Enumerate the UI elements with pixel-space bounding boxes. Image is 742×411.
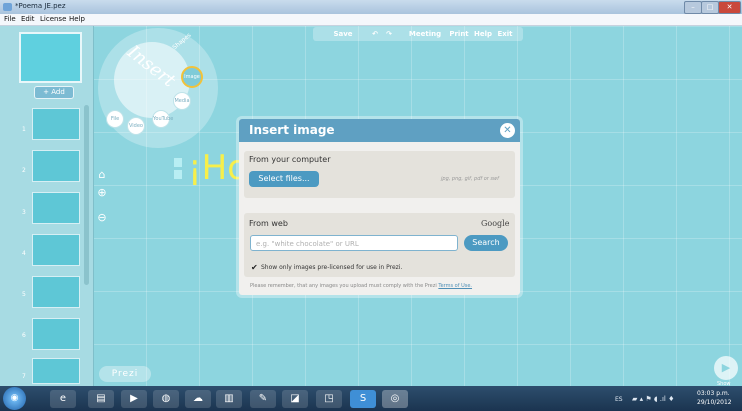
language-indicator[interactable]: ES [615,396,623,403]
menu-license[interactable]: License [40,15,66,23]
thumbnail-number: 1 [22,126,26,133]
title-bar [0,0,742,15]
messenger-icon[interactable]: ☁ [185,390,211,408]
app-icon [3,3,12,11]
sidebar-scrollbar[interactable] [84,105,89,285]
google-logo: Google [481,219,510,228]
path-thumbnail[interactable] [32,358,80,384]
menu-bar [0,14,742,26]
clock-date[interactable]: 29/10/2012 [697,399,732,406]
thumbnail-number: 4 [22,250,26,257]
media-player-icon[interactable]: ▶ [121,390,147,408]
menu-file[interactable]: File [4,15,16,23]
zoom-out-icon[interactable]: ⊖ [95,211,109,225]
start-button[interactable]: ◉ [3,387,26,410]
overview-thumbnail[interactable] [19,32,82,83]
dialog-title: Insert image [249,123,335,137]
thumbnail-number: 5 [22,291,26,298]
terms-notice: Please remember, that any images you upl… [250,283,472,289]
minimize-button[interactable]: – [684,1,702,14]
web-label: From web [249,219,288,228]
path-thumbnail[interactable] [32,276,80,308]
redo-icon[interactable]: ↷ [383,27,395,41]
computer-label: From your computer [249,155,331,164]
menu-edit[interactable]: Edit [21,15,35,23]
file-icon[interactable]: File [106,110,124,128]
image-icon[interactable]: Image [181,66,203,88]
path-thumbnail[interactable] [32,108,80,140]
license-checkbox[interactable]: ✔ [251,263,258,272]
print-button[interactable]: Print [448,27,470,41]
meeting-button[interactable]: Meeting [406,27,444,41]
select-files-button[interactable]: Select files... [249,171,319,187]
close-window-button[interactable]: ✕ [718,1,741,14]
publisher-icon[interactable]: ▥ [216,390,242,408]
video-icon[interactable]: Video [127,117,145,135]
excel-icon[interactable]: ◳ [316,390,342,408]
terms-of-use-link[interactable]: Terms of Use. [438,283,472,289]
clock-time[interactable]: 03:03 p.m. [697,390,730,397]
path-thumbnail[interactable] [32,318,80,350]
thumbnail-number: 2 [22,167,26,174]
undo-icon[interactable]: ↶ [369,27,381,41]
paint-icon[interactable]: ✎ [250,390,276,408]
thumbnail-number: 7 [22,373,26,380]
path-thumbnail[interactable] [32,150,80,182]
prezi-logo: Prezi [99,366,151,382]
ie-icon[interactable]: e [50,390,76,408]
help-button[interactable]: Help [473,27,493,41]
search-button[interactable]: Search [464,235,508,251]
chrome-icon[interactable]: ◍ [153,390,179,408]
prezi-taskbar-icon[interactable]: ◎ [382,390,408,408]
play-icon[interactable]: ▶ [714,356,738,380]
close-icon[interactable]: ✕ [500,123,515,138]
explorer-icon[interactable]: ▤ [88,390,114,408]
youtube-icon[interactable]: YouTube [152,110,173,128]
home-icon[interactable]: ⌂ [95,168,109,182]
add-path-button[interactable]: + Add [34,86,74,99]
window-title: *Poema JE.pez [15,2,66,10]
exit-button[interactable]: Exit [496,27,514,41]
terms-notice-text: Please remember, that any images you upl… [250,283,437,289]
license-label: Show only images pre-licensed for use in… [261,264,403,271]
frame-handle[interactable] [174,158,182,167]
zoom-in-icon[interactable]: ⊕ [95,186,109,200]
maximize-button[interactable]: □ [701,1,719,14]
frame-handle[interactable] [174,170,182,179]
thumbnail-number: 3 [22,209,26,216]
path-thumbnail[interactable] [32,234,80,266]
path-thumbnail[interactable] [32,192,80,224]
file-types-hint: jpg, png, gif, pdf or swf [441,176,499,182]
powerpoint-icon[interactable]: ◪ [282,390,308,408]
system-tray-icons[interactable]: ▰ ▴ ⚑ ◖ .ıl ♦ [632,395,674,403]
media-icon[interactable]: Media [173,92,191,110]
skype-icon[interactable]: S [350,390,376,408]
menu-help[interactable]: Help [69,15,85,23]
image-search-input[interactable]: e.g. "white chocolate" or URL [250,235,458,251]
thumbnail-number: 6 [22,332,26,339]
save-button[interactable]: Save [324,27,362,41]
